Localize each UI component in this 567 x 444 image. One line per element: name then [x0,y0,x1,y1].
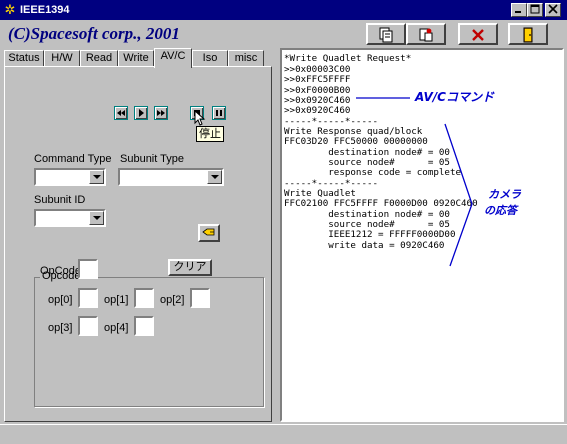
opcode-field[interactable] [78,259,98,279]
paste-button[interactable] [406,23,446,45]
tab-avc[interactable]: AV/C [154,48,192,68]
clear-x-icon [472,29,484,41]
copy-log-icon [379,27,393,43]
exit-door-icon [523,27,533,43]
subunit-type-select[interactable] [118,168,224,186]
close-icon [548,4,558,14]
operand-label: op[0] [48,294,73,306]
status-bar [0,424,567,444]
operand-field[interactable] [78,288,98,308]
brand-title: (C)Spacesoft corp., 2001 [8,24,180,43]
paste-icon [419,28,433,42]
app-gear-icon[interactable]: ✲ [3,3,17,17]
operand-field[interactable] [134,316,154,336]
camera-response-annotation: カメラ [488,188,521,201]
mouse-pointer-icon [194,110,206,126]
tab-iso[interactable]: Iso [192,50,228,67]
title-bar: ✲ IEEE1394 [0,0,567,20]
command-type-select[interactable] [34,168,106,186]
minimize-button[interactable] [511,3,527,17]
fast-forward-icon [157,110,165,116]
operand-field[interactable] [78,316,98,336]
log-line: *Write Quadlet Request* [284,53,412,64]
tab-write[interactable]: Write [118,50,154,67]
send-command-button[interactable] [198,224,220,242]
minimize-icon [515,11,521,13]
pause-icon [216,110,222,116]
chevron-down-icon[interactable] [89,170,104,184]
clear-button[interactable] [458,23,498,45]
tab-read[interactable]: Read [80,50,118,67]
fast-forward-button[interactable] [154,106,168,120]
operand-field[interactable] [134,288,154,308]
rewind-button[interactable] [114,106,128,120]
opcode-label: OpCode [40,265,81,277]
annotation-strokes [356,97,473,267]
maximize-button[interactable] [527,3,543,17]
play-button[interactable] [134,106,148,120]
clear-opcode-button[interactable]: クリア [168,259,212,276]
operand-label: op[3] [48,322,73,334]
tab-hw[interactable]: H/W [44,50,80,67]
subunit-type-label: Subunit Type [120,153,185,165]
subunit-id-label: Subunit ID [34,194,86,206]
chevron-down-icon[interactable] [89,211,104,225]
chevron-down-icon[interactable] [207,170,222,184]
operand-label: op[1] [104,294,129,306]
tab-misc[interactable]: misc [228,50,264,67]
maximize-icon [530,4,540,14]
command-type-label: Command Type [34,153,112,165]
operand-label: op[4] [104,322,129,334]
operand-field[interactable] [190,288,210,308]
operand-label: op[2] [160,294,185,306]
send-hand-icon [202,228,215,236]
window-title: IEEE1394 [20,4,70,16]
log-line: >>0xFFC5FFFF [284,74,351,85]
play-icon [139,109,144,117]
log-line: >>0x0920C460 [284,105,351,116]
tab-status[interactable]: Status [4,50,44,67]
pause-button[interactable] [212,106,226,120]
exit-button[interactable] [508,23,548,45]
avc-command-annotation: AV/Cコマンド [415,90,494,104]
stop-tooltip: 停止 [196,126,224,142]
rewind-icon [117,110,125,116]
subunit-id-select[interactable] [34,209,106,227]
copy-log-button[interactable] [366,23,406,45]
camera-response-annotation: の応答 [484,204,517,217]
close-button[interactable] [545,3,561,17]
